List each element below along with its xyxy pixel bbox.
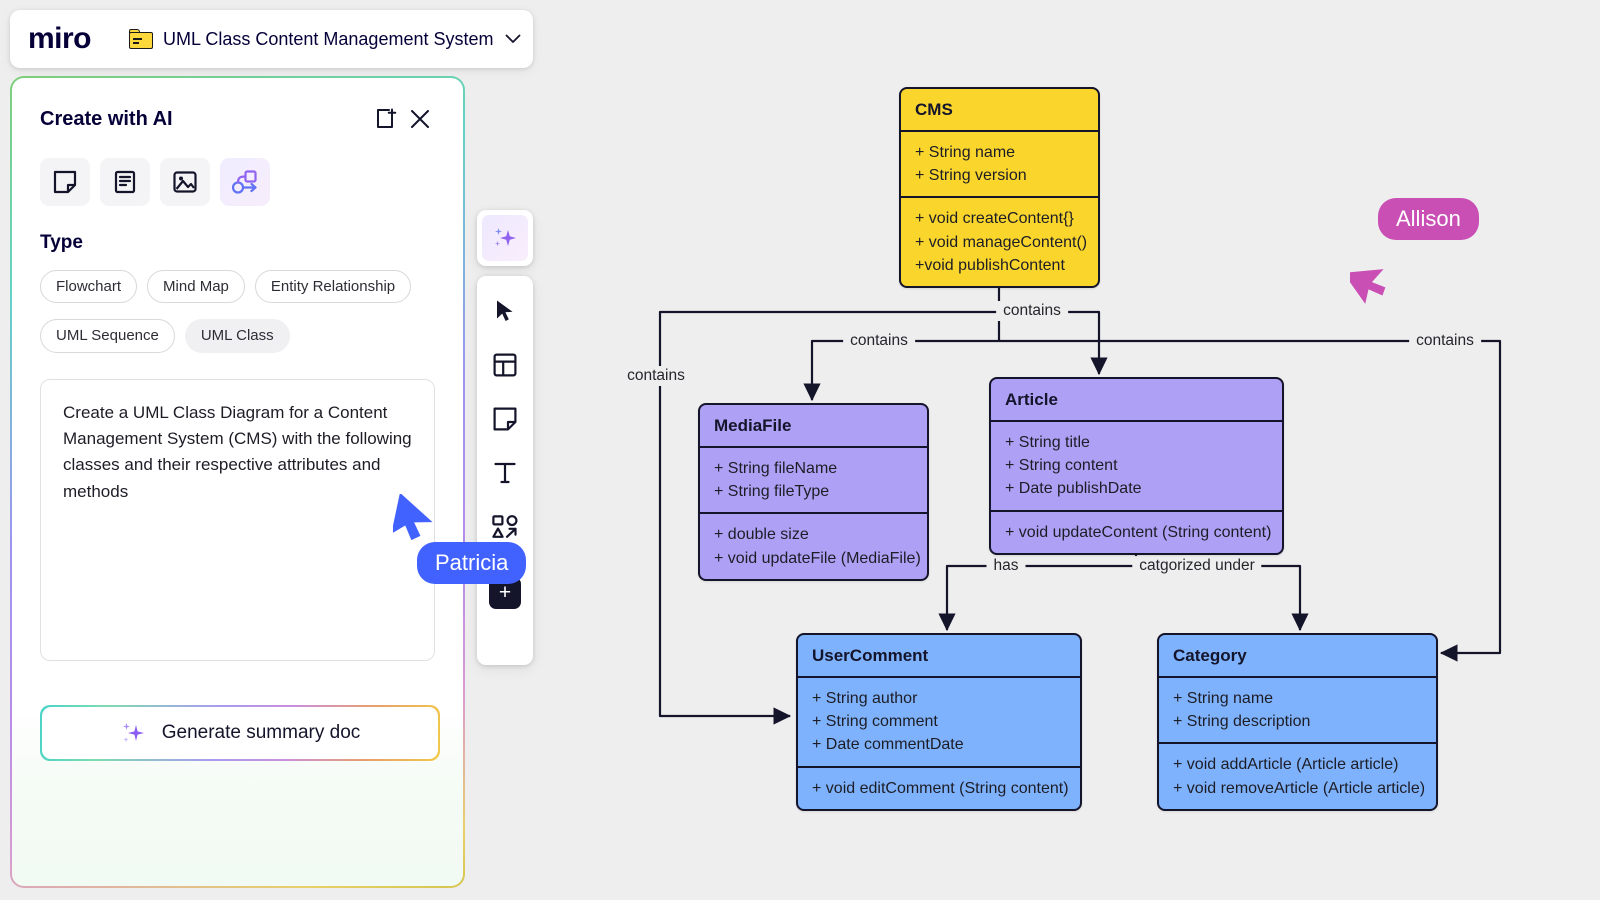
uml-attribute: + String name: [915, 144, 1016, 161]
main-toolbar: +: [477, 276, 533, 665]
collab-cursor-allison: Allison: [1350, 198, 1479, 304]
mode-buttons: [12, 136, 463, 206]
type-chip-uml-sequence[interactable]: UML Sequence: [40, 319, 175, 353]
type-chip-flowchart[interactable]: Flowchart: [40, 270, 138, 304]
uml-class-mediafile[interactable]: MediaFile + String fileName + String fil…: [698, 403, 929, 581]
cursor-label: Patricia: [417, 542, 527, 585]
diagram-mode-button[interactable]: [220, 158, 270, 206]
uml-class-category[interactable]: Category + String name + String descript…: [1157, 633, 1438, 811]
uml-method: + double size: [714, 526, 809, 544]
uml-methods: + void updateContent (String content): [991, 509, 1282, 553]
uml-attributes: + String name + String description: [1159, 676, 1436, 742]
uml-method: + void updateContent (String content): [1005, 523, 1272, 541]
type-label: Type: [40, 232, 83, 253]
uml-method: + void updateFile (MediaFile): [714, 549, 921, 567]
uml-class-article[interactable]: Article + String title + String content …: [989, 377, 1284, 555]
top-bar: miro UML Class Content Management System: [10, 10, 533, 68]
uml-attribute: + String content: [1005, 457, 1118, 475]
uml-methods: + void editComment (String content): [798, 765, 1080, 809]
panel-header: Create with AI: [12, 78, 463, 136]
uml-attribute: + String description: [1173, 713, 1311, 731]
frame-icon: [493, 353, 517, 382]
uml-attribute: + String comment: [812, 713, 938, 731]
uml-method: + void removeArticle (Article article): [1173, 779, 1426, 797]
frame-tool[interactable]: [481, 340, 529, 394]
uml-method: + void editComment (String content): [812, 779, 1069, 797]
shapes-icon: [492, 514, 518, 544]
uml-attribute: + String fileType: [714, 483, 830, 501]
uml-attributes: + String author + String comment + Date …: [798, 676, 1080, 766]
uml-class-title: Article: [1005, 390, 1058, 409]
uml-attribute: + String title: [1005, 434, 1090, 451]
uml-attribute: + Date commentDate: [812, 736, 964, 754]
uml-attribute: + Date publishDate: [1005, 480, 1142, 498]
text-tool[interactable]: [481, 448, 529, 502]
document-mode-button[interactable]: [100, 158, 150, 206]
image-mode-button[interactable]: [160, 158, 210, 206]
uml-method: + void manageContent(): [915, 233, 1088, 251]
ai-sparkle-tool[interactable]: [477, 210, 533, 266]
uml-class-title: CMS: [915, 100, 953, 119]
type-chip-row-2: UML Sequence UML Class: [12, 303, 463, 353]
close-icon[interactable]: [403, 102, 437, 136]
sparkle-icon: [120, 720, 146, 746]
uml-method: +void publishContent: [915, 256, 1065, 274]
text-icon: [493, 461, 517, 490]
create-with-ai-panel: Create with AI Type Flowchart Mind Map E…: [10, 76, 465, 888]
edge-label-has: has: [986, 556, 1026, 576]
uml-attribute: + String author: [812, 690, 918, 707]
folder-icon: [129, 29, 154, 49]
edge-label-catgorized-under: catgorized under: [1132, 556, 1262, 576]
uml-methods: + double size + void updateFile (MediaFi…: [700, 512, 927, 578]
type-chip-uml-class[interactable]: UML Class: [184, 319, 290, 353]
new-document-icon[interactable]: [369, 102, 403, 136]
uml-attributes: + String name + String version: [901, 130, 1098, 196]
sparkle-icon: [482, 215, 528, 261]
sticky-note-icon: [493, 407, 517, 436]
cursor-icon: [393, 494, 437, 542]
sticky-note-mode-button[interactable]: [40, 158, 90, 206]
cursor-label: Allison: [1378, 198, 1479, 241]
sticky-note-tool[interactable]: [481, 394, 529, 448]
edge-label-contains-usercomment: contains: [620, 366, 692, 386]
edge-label-contains-mediafile: contains: [843, 331, 915, 351]
edge-label-contains-category: contains: [1409, 331, 1481, 351]
uml-class-usercomment[interactable]: UserComment + String author + String com…: [796, 633, 1082, 811]
uml-attribute: + String name: [1173, 690, 1274, 707]
edge-label-contains-article: contains: [996, 301, 1068, 321]
type-chip-entity-relationship[interactable]: Entity Relationship: [254, 270, 412, 304]
panel-title: Create with AI: [40, 107, 173, 130]
uml-attributes: + String fileName + String fileType: [700, 446, 927, 512]
cursor-icon: [494, 299, 516, 328]
uml-methods: + void createContent{} + void manageCont…: [901, 196, 1098, 286]
uml-class-cms[interactable]: CMS + String name + String version + voi…: [899, 87, 1100, 288]
uml-attribute: + String fileName: [714, 460, 838, 477]
select-tool[interactable]: [481, 286, 529, 340]
generate-summary-doc-button[interactable]: Generate summary doc: [40, 705, 440, 761]
type-chip-mind-map[interactable]: Mind Map: [147, 270, 245, 304]
prompt-input[interactable]: Create a UML Class Diagram for a Content…: [40, 378, 435, 661]
chevron-down-icon[interactable]: [505, 31, 521, 48]
generate-summary-doc-label: Generate summary doc: [161, 722, 361, 743]
type-chip-row-1: Flowchart Mind Map Entity Relationship: [12, 254, 463, 304]
cursor-icon: [1350, 258, 1392, 304]
uml-methods: + void addArticle (Article article) + vo…: [1159, 742, 1436, 808]
collab-cursor-patricia: Patricia: [393, 494, 527, 585]
uml-method: + void addArticle (Article article): [1173, 756, 1399, 774]
uml-class-title: Category: [1173, 646, 1247, 665]
uml-class-title: UserComment: [812, 646, 929, 665]
uml-class-title: MediaFile: [714, 416, 792, 435]
uml-attributes: + String title + String content + Date p…: [991, 420, 1282, 510]
board-title[interactable]: UML Class Content Management System: [163, 29, 493, 50]
uml-method: + void createContent{}: [915, 210, 1074, 228]
uml-attribute: + String version: [915, 167, 1027, 185]
miro-logo[interactable]: miro: [28, 24, 92, 54]
